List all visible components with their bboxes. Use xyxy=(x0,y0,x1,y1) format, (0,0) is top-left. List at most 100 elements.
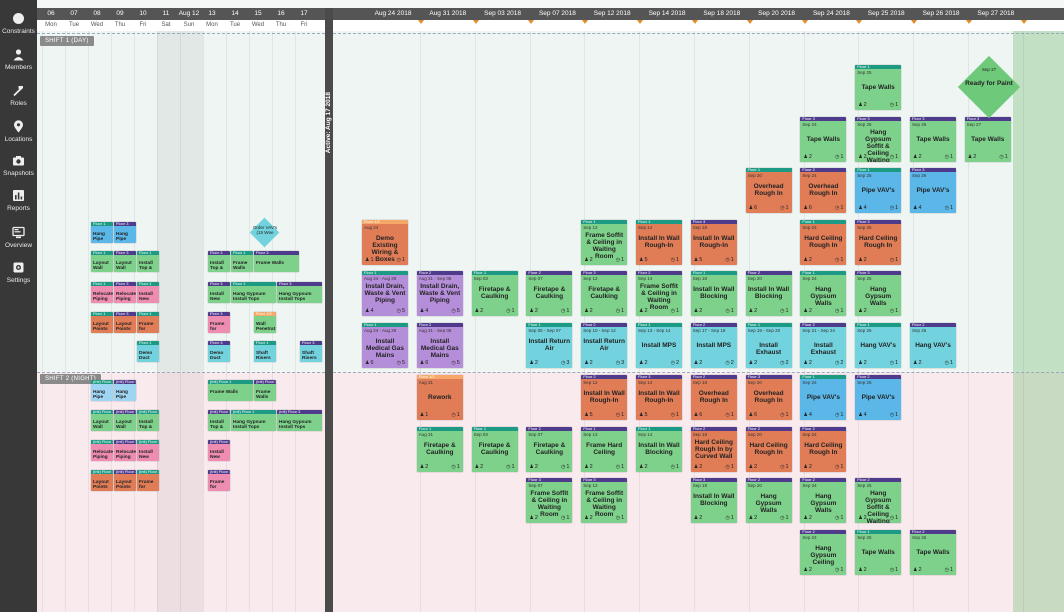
task-card[interactable]: Floor 2 Sep 17 - Sep 18 Install MPS ♟2 ◷2 xyxy=(690,323,737,368)
date-label[interactable]: Sep 03 2018 xyxy=(478,8,528,20)
milestone-marker[interactable] xyxy=(692,20,698,24)
task-card[interactable]: (inti) Floor 1 Layout Points xyxy=(91,470,113,491)
task-card[interactable]: (inti) Floor 3 Relocate Piping xyxy=(114,440,136,461)
task-card[interactable]: Floor 1 Aug 24 - Aug 29 Install Drain, Was… xyxy=(362,271,408,316)
task-card[interactable]: Floor 1 Sep 13 - Sep 14 Install MPS ♟2 ◷2 xyxy=(636,323,682,368)
date-label[interactable]: Sep 24 2018 xyxy=(806,8,856,20)
shift1-label[interactable]: SHIFT 1 (DAY) xyxy=(40,36,94,46)
task-card[interactable]: Floor 3 Sep 25 Hang Gypsum Soffit & Ceilin… xyxy=(855,117,902,162)
task-card[interactable]: Floor 2 Sep 24 Hang Gypsum Ceiling ♟2 ◷1 xyxy=(800,530,847,575)
milestone-marker[interactable] xyxy=(527,20,534,24)
date-label[interactable]: Sep 07 2018 xyxy=(532,8,582,20)
task-card[interactable]: (inti) Floor 3 Install New xyxy=(208,440,230,461)
task-card[interactable]: (inti) Floor 3 Hang Gypsum Install Tops xyxy=(277,410,322,431)
milestone-marker[interactable] xyxy=(911,20,918,24)
task-card[interactable]: Floor 1 Sep 03 Firetape & Caulking ♟2 ◷1 xyxy=(471,271,518,316)
task-card[interactable]: Floor 1 Sep 19 - Sep 20 Install Exhaust ♟2 ◷… xyxy=(745,323,792,368)
task-card[interactable]: Floor 2 Sep 26 Tape Walls ♟2 ◷1 xyxy=(910,530,956,575)
task-card[interactable]: Floor 1 Sep 25 Tape Walls ♟2 ◷1 xyxy=(855,65,902,110)
task-card[interactable]: Floor 2 Aug 31 - Sep 05 Install Drain, Was… xyxy=(416,271,463,316)
task-card[interactable]: Floor 3 Hang Gypsum Install Tops xyxy=(277,282,322,303)
task-card[interactable]: (inti) Floor 1 Relocate Piping xyxy=(91,440,113,461)
date-label[interactable]: Aug 24 2018 xyxy=(368,8,418,20)
task-card[interactable]: Floor 1 Hang Gypsum Install Tops xyxy=(231,282,276,303)
task-card[interactable]: (inti) Floor 3 Frame for xyxy=(208,470,230,491)
task-card[interactable]: Floor 3 Sep 25 Hard Ceiling Rough In ♟2 ◷1 xyxy=(855,220,902,265)
task-card[interactable]: (inti) Floor 1 Frame Walls xyxy=(208,380,253,401)
task-card[interactable]: Floor 1 Frame Walls xyxy=(231,251,253,272)
task-card[interactable]: Floor 1 Sep 03 Firetape & Caulking ♟2 ◷1 xyxy=(471,427,518,472)
task-card[interactable]: Floor 2 Sep 24 Hard Ceiling Rough In ♟2 ◷1 xyxy=(800,427,847,472)
milestone-marker[interactable] xyxy=(746,20,753,24)
task-card[interactable]: Floor 3 Install New xyxy=(208,282,230,303)
task-card[interactable]: (inti) Floor 1 Frame for xyxy=(137,470,159,491)
task-card[interactable]: Floor 2 Sep 12 Install In Wall Rough-In ♟5 ◷… xyxy=(581,375,628,420)
date-label[interactable]: Sep 18 2018 xyxy=(697,8,747,20)
task-card[interactable]: Floor 3 Sep 12 Frame Soffit & Ceiling in W… xyxy=(581,478,628,523)
task-card[interactable]: Floor 3 Layout Points xyxy=(114,312,136,333)
task-card[interactable]: Floor 2 Sep 20 Install In Wall Blocking ♟2 ◷… xyxy=(745,271,792,316)
nav-item-settings[interactable]: Settings xyxy=(0,261,37,295)
task-card[interactable]: Floor 3 Sep 07 Frame Soffit & Ceiling in W… xyxy=(526,478,573,523)
milestone-marker[interactable] xyxy=(966,20,972,24)
nav-item-constraints[interactable]: Constraints xyxy=(0,12,37,46)
task-card[interactable]: Floor 2 Sep 07 Firetape & Caulking ♟2 ◷1 xyxy=(526,271,573,316)
task-card[interactable]: Floor 3 Hang Pipe xyxy=(114,222,136,243)
task-card[interactable]: (inti) Floor 1 Hang Gypsum Install Tops xyxy=(231,410,276,431)
task-card[interactable]: Floor 3 Layout Wall xyxy=(114,251,136,272)
task-card[interactable]: (inti) Floor 3 Frame Walls xyxy=(254,380,276,401)
nav-item-snapshots[interactable]: Snapshots xyxy=(0,154,37,188)
task-card[interactable]: Floor 3 Frame Walls xyxy=(254,251,299,272)
task-card[interactable]: Floor 2 Sep 10 - Sep 12 Install Return Air… xyxy=(581,323,628,368)
date-label[interactable]: Sep 26 2018 xyxy=(916,8,966,20)
task-card[interactable]: Floor 1 Sep 25 Hang VAV's ♟2 ◷1 xyxy=(855,323,902,368)
task-card[interactable]: Floor 3 Sep 14 Install In Wall Rough-In ♟5 ◷… xyxy=(636,375,682,420)
task-card[interactable]: Floor 1 Sep 24 Pipe VAV's ♟4 ◷1 xyxy=(800,375,847,420)
task-card[interactable]: Floor 2 Sep 25 Hang Gypsum Soffit & Ceilin… xyxy=(855,478,902,523)
task-card[interactable]: Floor 1 Sep 20 Overhead Rough In ♟6 ◷1 xyxy=(745,168,792,213)
task-card[interactable]: Floor 2 Sep 14 Frame Soffit & Ceiling in W… xyxy=(636,271,682,316)
date-label[interactable]: 17 xyxy=(289,8,319,20)
task-card[interactable]: (inti) Floor 3 Hang Pipe xyxy=(114,380,136,401)
task-card[interactable]: Floor 2 Sep 20 Hang Gypsum Walls ♟2 ◷1 xyxy=(745,478,792,523)
task-card[interactable]: Floor 3 Frame for xyxy=(208,312,230,333)
task-card[interactable]: Floor 1 Sep 12 Frame Soffit & Ceiling in W… xyxy=(581,220,628,265)
task-card[interactable]: Floor 3 Relocate Piping xyxy=(114,282,136,303)
task-card[interactable]: Floor 2 Sep 26 Hang VAV's ♟2 ◷1 xyxy=(910,323,956,368)
nav-item-locations[interactable]: Locations xyxy=(0,120,37,154)
task-card[interactable]: Floor 1/2 Aug 31 Rework ♟1 ◷1 xyxy=(416,375,463,420)
task-card[interactable]: Floor 1 Aug 24 - Aug 29 Install Medical Ga… xyxy=(362,323,408,368)
nav-item-overview[interactable]: Overview xyxy=(0,226,37,260)
milestone-marker[interactable] xyxy=(418,20,424,24)
milestone-marker[interactable] xyxy=(637,20,644,24)
task-card[interactable]: Floor 3 Sep 18 Install In Wall Blocking ♟2 ◷… xyxy=(690,478,737,523)
task-card[interactable]: Floor 2 Sep 18 Overhead Rough In ♟6 ◷1 xyxy=(690,375,737,420)
task-card[interactable]: Floor 1 Sep 25 Pipe VAV's ♟4 ◷1 xyxy=(855,168,902,213)
task-card[interactable]: Floor 2 Sep 20 Hard Ceiling Rough In ♟2 ◷1 xyxy=(745,427,792,472)
task-card[interactable]: Floor 1 Aug 31 Firetape & Caulking ♟2 ◷1 xyxy=(416,427,463,472)
task-card[interactable]: Floor 1 Sep 14 Install In Wall Blocking ♟2 ◷… xyxy=(636,427,682,472)
date-label[interactable]: Sep 20 2018 xyxy=(752,8,802,20)
task-card[interactable]: Floor 1/2 Aug 24 Demo Existing Wiring & Bo… xyxy=(362,220,408,265)
task-card[interactable]: Floor 1/2 Wall Penetrat xyxy=(254,312,276,333)
task-card[interactable]: (inti) Floor 3 Layout Wall xyxy=(114,410,136,431)
task-card[interactable]: Floor 1 Sep 18 Install In Wall Blocking ♟2 ◷… xyxy=(690,271,737,316)
date-label[interactable]: Sep 25 2018 xyxy=(861,8,911,20)
task-card[interactable]: Floor 1 Sep 14 Install In Wall Rough-In ♟5 ◷… xyxy=(636,220,682,265)
task-card[interactable]: Floor 2 Sep 07 Firetape & Caulking ♟2 ◷1 xyxy=(526,427,573,472)
task-card[interactable]: (inti) Floor 1 Hang Pipe xyxy=(91,380,113,401)
task-card[interactable]: Floor 3 Sep 27 Tape Walls ♟2 ◷1 xyxy=(964,117,1011,162)
milestone-marker[interactable] xyxy=(801,20,808,24)
task-card[interactable]: Floor 3 Sep 12 Firetape & Caulking ♟2 ◷1 xyxy=(581,271,628,316)
task-card[interactable]: Floor 1 Frame for xyxy=(137,312,159,333)
task-card[interactable]: Floor 1 Sep 05 - Sep 07 Install Return Air… xyxy=(526,323,573,368)
date-label[interactable]: Aug 31 2018 xyxy=(423,8,473,20)
milestone-marker[interactable] xyxy=(856,20,863,24)
task-card[interactable]: Floor 3 Shaft Risers xyxy=(300,341,322,362)
milestone-marker[interactable] xyxy=(1020,20,1027,24)
milestone-marker[interactable] xyxy=(472,20,479,24)
task-card[interactable]: Floor 1 Shaft Risers xyxy=(254,341,276,362)
task-card[interactable]: Floor 1 Sep 24 Hard Ceiling Rough In ♟2 ◷1 xyxy=(800,220,847,265)
date-label[interactable]: Sep 12 2018 xyxy=(587,8,637,20)
task-card[interactable]: (inti) Floor 3 Layout Points xyxy=(114,470,136,491)
